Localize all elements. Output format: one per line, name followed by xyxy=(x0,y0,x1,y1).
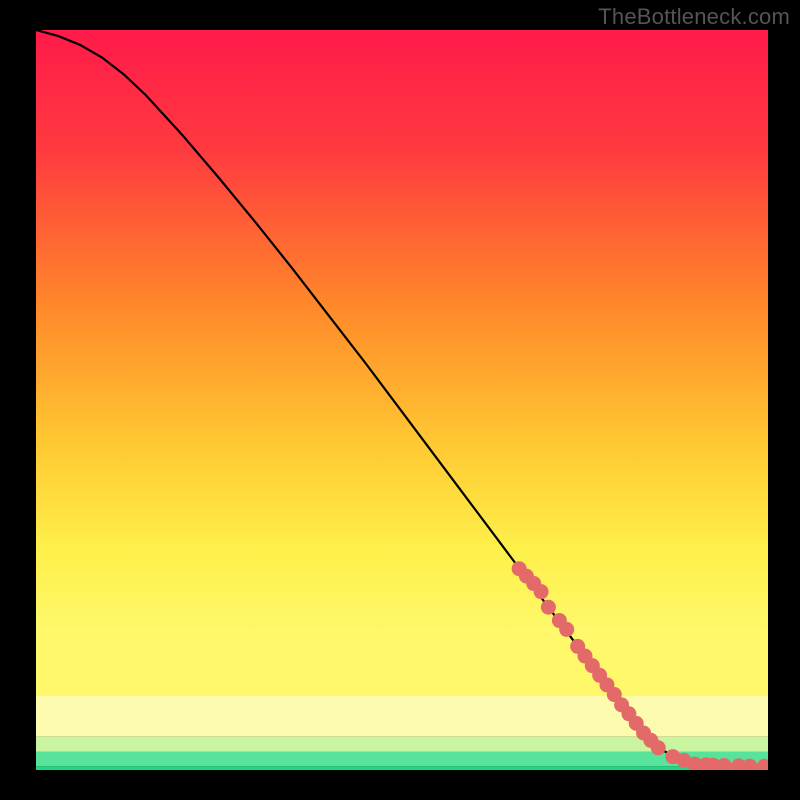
data-marker xyxy=(651,740,666,755)
data-marker xyxy=(559,622,574,637)
data-marker xyxy=(541,600,556,615)
bottom-bands xyxy=(36,696,768,770)
chart-root: TheBottleneck.com xyxy=(0,0,800,800)
plot-area xyxy=(36,30,768,770)
gradient-background xyxy=(36,30,768,696)
band xyxy=(36,766,768,770)
band xyxy=(36,696,768,737)
chart-svg xyxy=(36,30,768,770)
watermark-text: TheBottleneck.com xyxy=(598,4,790,30)
data-marker xyxy=(534,584,549,599)
